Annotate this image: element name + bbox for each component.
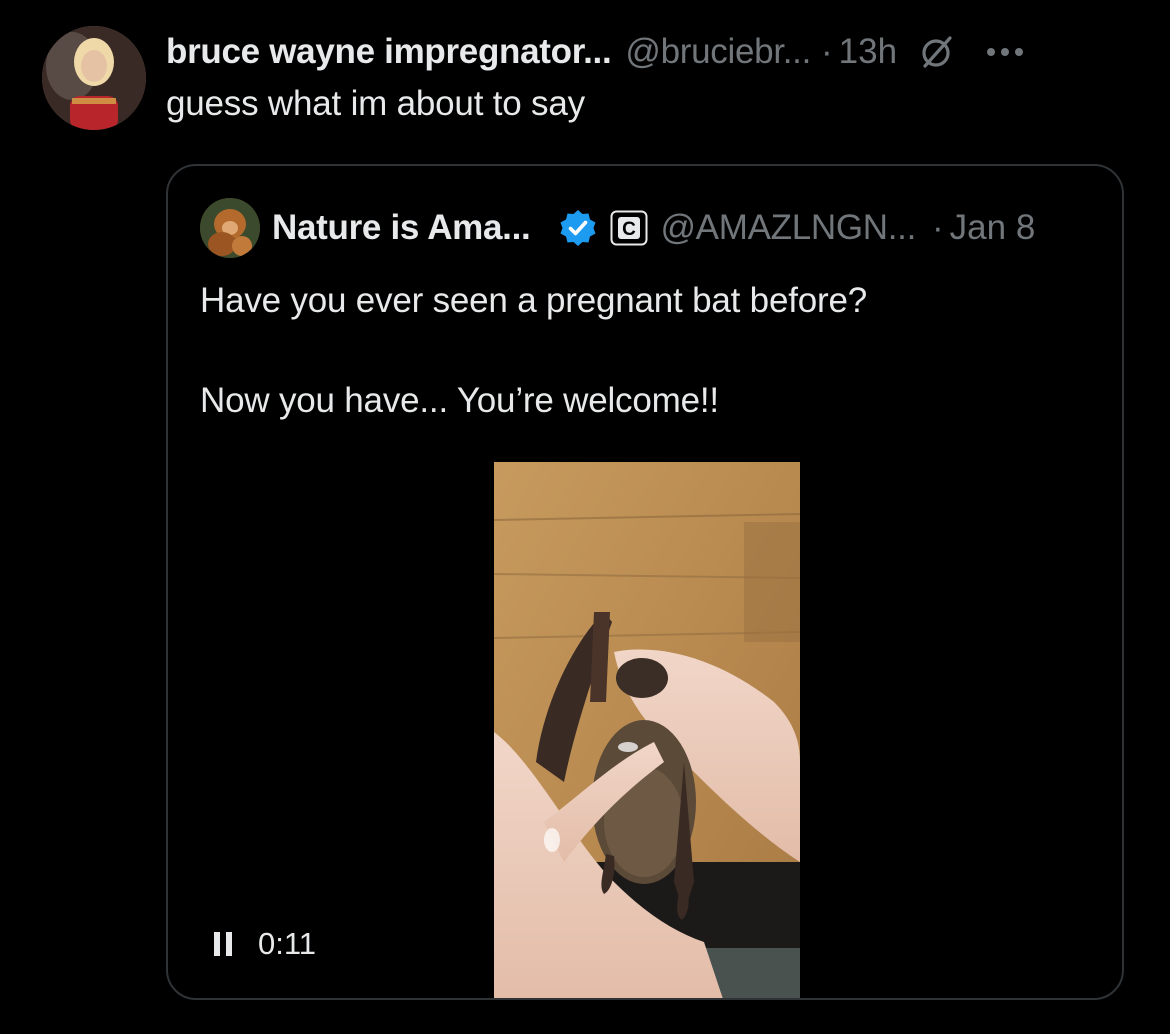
video-controls: 0:11 [212, 926, 316, 962]
quoted-separator-dot: · [932, 208, 944, 247]
separator-dot: · [821, 32, 833, 71]
author-display-name[interactable]: bruce wayne impregnator... [166, 32, 612, 72]
quoted-post-timestamp[interactable]: Jan 8 [950, 208, 1036, 248]
video-player[interactable] [494, 462, 800, 998]
author-handle[interactable]: @bruciebr... [625, 32, 811, 72]
quoted-author-handle[interactable]: @AMAZLNGN... [660, 208, 916, 248]
quoted-post-text: Have you ever seen a pregnant bat before… [200, 276, 867, 426]
more-options-icon[interactable] [985, 45, 1025, 59]
author-avatar[interactable] [42, 26, 146, 130]
post-header: bruce wayne impregnator... @bruciebr... … [166, 30, 1130, 74]
grok-icon[interactable] [919, 34, 955, 70]
quoted-author-display-name[interactable]: Nature is Ama... [272, 208, 531, 248]
quoted-text-line: Have you ever seen a pregnant bat before… [200, 281, 867, 320]
post-timestamp[interactable]: 13h [839, 32, 897, 72]
quoted-post-card[interactable]: Nature is Ama... C @AMAZLNGN... · Jan 8 … [166, 164, 1124, 1000]
verified-badge-icon [558, 208, 598, 248]
quoted-text-line: Now you have... You’re welcome!! [200, 381, 719, 420]
pause-icon[interactable] [212, 930, 236, 958]
quoted-post-header: Nature is Ama... C @AMAZLNGN... · Jan 8 [200, 196, 1092, 260]
quoted-author-avatar[interactable] [200, 198, 260, 258]
affiliate-badge-letter: C [623, 219, 637, 240]
affiliate-badge-icon[interactable]: C [610, 210, 648, 246]
video-duration: 0:11 [258, 926, 317, 961]
post-text: guess what im about to say [166, 84, 585, 123]
